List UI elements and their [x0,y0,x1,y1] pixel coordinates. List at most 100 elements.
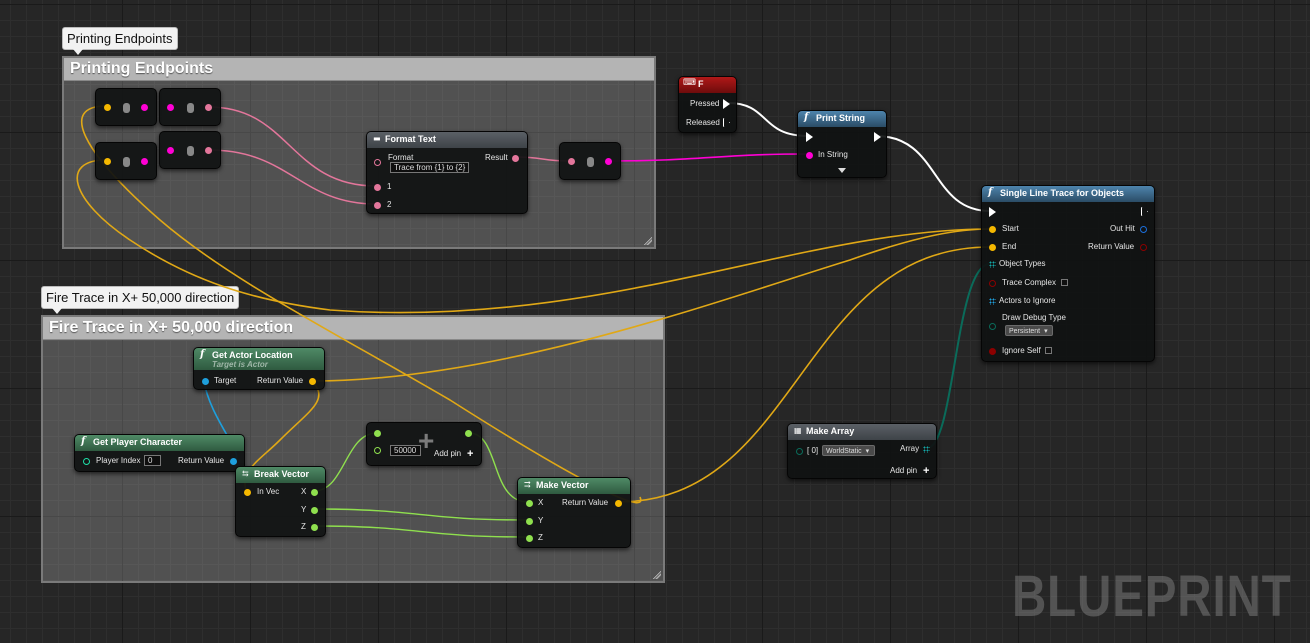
line-trace-node[interactable]: f Single Line Trace for Objects Start Ou… [981,185,1155,362]
y-input-pin[interactable] [526,518,533,525]
player-index-pin[interactable] [83,458,90,465]
string-output-pin[interactable] [141,158,148,165]
key-f-header[interactable]: ⌨ F [679,77,736,93]
trace-complex-checkbox[interactable] [1061,279,1068,286]
break-vector-title: Break Vector [254,469,310,479]
string-input-pin[interactable] [167,147,174,154]
target-pin[interactable] [202,378,209,385]
b-input-pin[interactable] [374,447,381,454]
in-vec-pin[interactable] [244,489,251,496]
vector-input-pin[interactable] [104,104,111,111]
y-output-pin[interactable] [311,507,318,514]
pin-2-label: 2 [387,200,392,209]
add-pin-plus-icon[interactable]: + [467,449,473,460]
print-string-header[interactable]: f Print String [798,111,886,127]
index0-dropdown[interactable]: WorldStatic ▾ [822,445,875,456]
exec-output-pin[interactable] [874,132,881,142]
object-types-array-icon[interactable] [989,261,996,268]
expand-chevron-icon[interactable] [838,168,846,173]
make-array-header[interactable]: ▦ Make Array [788,424,936,440]
player-index-field[interactable]: 0 [144,455,161,466]
make-vector-node[interactable]: ⇉ Make Vector X Return Value Y Z [517,477,631,548]
draw-debug-type-value: Persistent [1009,328,1041,335]
get-player-character-header[interactable]: f Get Player Character [75,435,244,451]
resize-grip-icon[interactable] [644,237,652,245]
text-output-pin[interactable] [205,147,212,154]
key-f-node[interactable]: ⌨ F Pressed Released [678,76,737,133]
z-label: Z [301,522,306,531]
b-value-field[interactable]: 50000 [390,445,421,456]
ignore-self-label: Ignore Self [1002,346,1041,355]
exec-input-pin[interactable] [989,207,996,217]
get-player-character-node[interactable]: f Get Player Character Player Index 0 Re… [74,434,245,472]
return-value-pin[interactable] [309,378,316,385]
make-array-node[interactable]: ▦ Make Array [ 0] WorldStatic ▾ Array Ad… [787,423,937,479]
string-output-pin[interactable] [605,158,612,165]
actors-to-ignore-array-icon[interactable] [989,298,996,305]
return-value-label: Return Value [562,498,609,507]
exec-output-pin[interactable] [1141,207,1148,216]
break-vector-header[interactable]: ⇆ Break Vector [236,467,325,483]
index0-input-pin[interactable] [796,448,803,455]
get-actor-location-node[interactable]: f Get Actor Location Target is Actor Tar… [193,347,325,390]
reroute-node-1[interactable] [95,88,157,126]
in-string-pin[interactable] [806,152,813,159]
get-actor-location-header[interactable]: f Get Actor Location Target is Actor [194,348,324,370]
array-output-icon[interactable] [923,446,930,453]
string-output-pin[interactable] [141,104,148,111]
ignore-self-checkbox[interactable] [1045,347,1052,354]
print-string-title: Print String [816,113,865,123]
format-field[interactable]: Trace from {1} to {2} [390,162,469,173]
add-pin-plus-icon[interactable]: + [923,466,929,477]
ignore-self-pin[interactable] [989,348,996,355]
result-output-pin[interactable] [512,155,519,162]
fire-trace-title[interactable]: Fire Trace in X+ 50,000 direction [43,317,663,340]
add-float-node[interactable]: 50000 + Add pin + [366,422,482,466]
return-value-pin[interactable] [615,500,622,507]
format-text-node[interactable]: ▬ Format Text Format Trace from {1} to {… [366,131,528,214]
text-pin-1[interactable] [374,184,381,191]
in-vec-label: In Vec [257,487,280,496]
vector-input-pin[interactable] [104,158,111,165]
a-input-pin[interactable] [374,430,381,437]
object-types-label: Object Types [999,259,1046,268]
x-output-pin[interactable] [311,489,318,496]
trace-complex-pin[interactable] [989,280,996,287]
reroute-node-3[interactable] [95,142,157,180]
reroute-knob-icon [123,103,130,113]
function-icon: f [200,349,205,360]
format-text-title: Format Text [385,134,436,144]
reroute-node-5[interactable] [559,142,621,180]
start-pin[interactable] [989,226,996,233]
released-exec-pin[interactable] [723,118,730,127]
out-hit-pin[interactable] [1140,226,1147,233]
text-input-pin[interactable] [568,158,575,165]
format-text-header[interactable]: ▬ Format Text [367,132,527,148]
break-vector-node[interactable]: ⇆ Break Vector In Vec X Y Z [235,466,326,537]
end-pin[interactable] [989,244,996,251]
pressed-exec-pin[interactable] [723,99,730,109]
return-value-pin[interactable] [230,458,237,465]
draw-debug-type-pin[interactable] [989,323,996,330]
reroute-node-4[interactable] [159,131,221,169]
draw-debug-type-dropdown[interactable]: Persistent ▾ [1005,325,1053,336]
return-value-pin[interactable] [1140,244,1147,251]
print-string-node[interactable]: f Print String In String [797,110,887,178]
z-output-pin[interactable] [311,524,318,531]
add-pin-label[interactable]: Add pin [434,449,461,458]
line-trace-header[interactable]: f Single Line Trace for Objects [982,186,1154,202]
format-input-pin[interactable] [374,159,381,166]
add-operator-icon: + [418,425,435,456]
resize-grip-icon[interactable] [653,571,661,579]
exec-input-pin[interactable] [806,132,813,142]
make-vector-header[interactable]: ⇉ Make Vector [518,478,630,494]
printing-endpoints-title[interactable]: Printing Endpoints [64,58,654,81]
reroute-node-2[interactable] [159,88,221,126]
text-output-pin[interactable] [205,104,212,111]
z-input-pin[interactable] [526,535,533,542]
x-input-pin[interactable] [526,500,533,507]
text-pin-2[interactable] [374,202,381,209]
string-input-pin[interactable] [167,104,174,111]
add-pin-label[interactable]: Add pin [890,466,917,475]
result-output-pin[interactable] [465,430,472,437]
